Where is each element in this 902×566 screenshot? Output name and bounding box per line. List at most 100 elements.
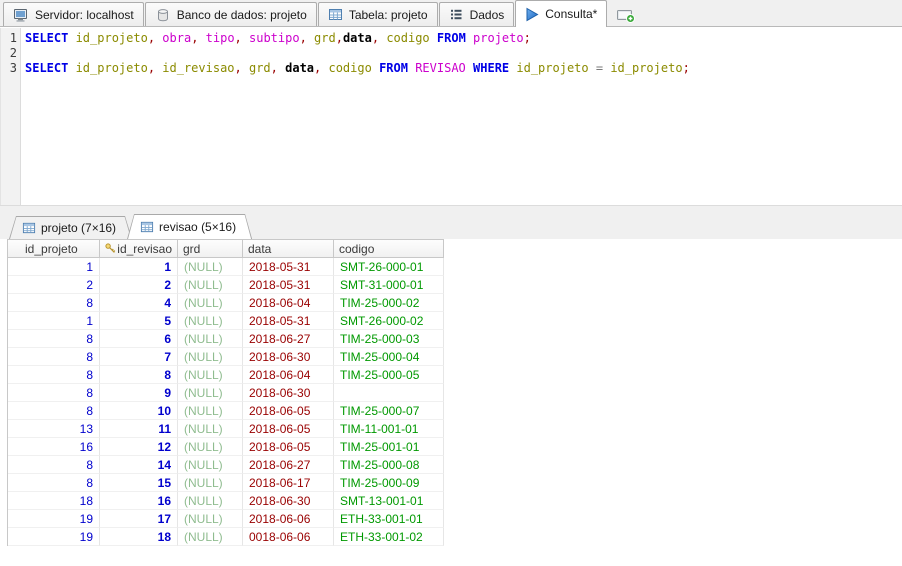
grid-cell[interactable]: (NULL) — [178, 528, 243, 546]
grid-cell[interactable]: TIM-25-000-02 — [334, 294, 444, 312]
grid-cell[interactable]: 2018-06-30 — [243, 384, 334, 402]
grid-cell[interactable]: 2018-05-31 — [243, 312, 334, 330]
code-line[interactable]: SELECT id_projeto, obra, tipo, subtipo, … — [25, 31, 902, 46]
column-header-grd[interactable]: grd — [178, 240, 243, 258]
grid-cell[interactable]: ETH-33-001-01 — [334, 510, 444, 528]
grid-cell[interactable]: (NULL) — [178, 366, 243, 384]
grid-cell[interactable]: 19 — [8, 510, 100, 528]
grid-cell[interactable]: 2018-05-31 — [243, 258, 334, 276]
grid-cell[interactable]: (NULL) — [178, 348, 243, 366]
grid-cell[interactable]: 14 — [100, 456, 178, 474]
table-row: 87(NULL)2018-06-30TIM-25-000-04 — [8, 348, 444, 366]
grid-cell[interactable]: 2018-06-05 — [243, 438, 334, 456]
grid-cell[interactable]: 2018-06-30 — [243, 492, 334, 510]
grid-cell[interactable]: SMT-26-000-01 — [334, 258, 444, 276]
grid-cell[interactable]: 5 — [100, 312, 178, 330]
result-tab-revisao[interactable]: revisao (5×16) — [127, 214, 252, 239]
grid-cell[interactable]: 1 — [8, 258, 100, 276]
grid-cell[interactable]: (NULL) — [178, 402, 243, 420]
grid-cell[interactable]: (NULL) — [178, 384, 243, 402]
grid-cell[interactable]: 17 — [100, 510, 178, 528]
grid-cell[interactable]: 0018-06-06 — [243, 528, 334, 546]
grid-cell[interactable]: 2018-06-30 — [243, 348, 334, 366]
grid-cell[interactable] — [334, 384, 444, 402]
new-query-tab-button[interactable] — [610, 3, 642, 26]
grid-cell[interactable]: 2018-06-04 — [243, 294, 334, 312]
grid-cell[interactable]: TIM-25-000-08 — [334, 456, 444, 474]
grid-cell[interactable]: (NULL) — [178, 456, 243, 474]
grid-cell[interactable]: 2018-06-27 — [243, 456, 334, 474]
grid-cell[interactable]: TIM-25-000-04 — [334, 348, 444, 366]
column-header-data[interactable]: data — [243, 240, 334, 258]
grid-cell[interactable]: TIM-25-000-07 — [334, 402, 444, 420]
code-line[interactable] — [25, 46, 902, 61]
grid-cell[interactable]: 2018-06-27 — [243, 330, 334, 348]
grid-cell[interactable]: (NULL) — [178, 510, 243, 528]
grid-cell[interactable]: (NULL) — [178, 294, 243, 312]
grid-cell[interactable]: TIM-25-001-01 — [334, 438, 444, 456]
grid-cell[interactable]: SMT-26-000-02 — [334, 312, 444, 330]
grid-cell[interactable]: TIM-11-001-01 — [334, 420, 444, 438]
grid-cell[interactable]: 19 — [8, 528, 100, 546]
grid-cell[interactable]: 2018-06-04 — [243, 366, 334, 384]
grid-cell[interactable]: (NULL) — [178, 276, 243, 294]
grid-cell[interactable]: TIM-25-000-09 — [334, 474, 444, 492]
grid-cell[interactable]: 6 — [100, 330, 178, 348]
tab-server[interactable]: Servidor: localhost — [3, 2, 144, 26]
grid-cell[interactable]: 15 — [100, 474, 178, 492]
grid-cell[interactable]: 1 — [100, 258, 178, 276]
grid-cell[interactable]: 18 — [100, 528, 178, 546]
grid-cell[interactable]: 12 — [100, 438, 178, 456]
column-header-id_revisao[interactable]: id_revisao — [100, 240, 178, 258]
grid-cell[interactable]: 13 — [8, 420, 100, 438]
grid-cell[interactable]: (NULL) — [178, 420, 243, 438]
grid-cell[interactable]: 2018-06-05 — [243, 402, 334, 420]
grid-cell[interactable]: TIM-25-000-05 — [334, 366, 444, 384]
grid-cell[interactable]: 2 — [100, 276, 178, 294]
tab-query[interactable]: Consulta* — [515, 0, 607, 27]
grid-cell[interactable]: 8 — [100, 366, 178, 384]
grid-cell[interactable]: (NULL) — [178, 312, 243, 330]
grid-cell[interactable]: 8 — [8, 294, 100, 312]
grid-cell[interactable]: (NULL) — [178, 474, 243, 492]
grid-cell[interactable]: 16 — [100, 492, 178, 510]
column-header-id_projeto[interactable]: id_projeto — [8, 240, 100, 258]
tab-table-label: Tabela: projeto — [349, 8, 428, 22]
result-tab-projeto[interactable]: projeto (7×16) — [9, 216, 132, 239]
grid-cell[interactable]: 2018-06-17 — [243, 474, 334, 492]
grid-cell[interactable]: 8 — [8, 384, 100, 402]
grid-cell[interactable]: 7 — [100, 348, 178, 366]
grid-cell[interactable]: 8 — [8, 474, 100, 492]
grid-cell[interactable]: SMT-31-000-01 — [334, 276, 444, 294]
grid-cell[interactable]: 18 — [8, 492, 100, 510]
code-line[interactable]: SELECT id_projeto, id_revisao, grd, data… — [25, 61, 902, 76]
tab-database[interactable]: Banco de dados: projeto — [145, 2, 317, 26]
grid-cell[interactable]: 2018-05-31 — [243, 276, 334, 294]
tab-data[interactable]: Dados — [439, 2, 515, 26]
grid-cell[interactable]: (NULL) — [178, 330, 243, 348]
grid-cell[interactable]: 8 — [8, 366, 100, 384]
grid-cell[interactable]: 2018-06-06 — [243, 510, 334, 528]
grid-cell[interactable]: TIM-25-000-03 — [334, 330, 444, 348]
grid-cell[interactable]: (NULL) — [178, 438, 243, 456]
grid-cell[interactable]: 16 — [8, 438, 100, 456]
grid-cell[interactable]: 9 — [100, 384, 178, 402]
grid-cell[interactable]: 11 — [100, 420, 178, 438]
sql-editor[interactable]: 123 SELECT id_projeto, obra, tipo, subti… — [0, 28, 902, 205]
column-header-codigo[interactable]: codigo — [334, 240, 444, 258]
grid-cell[interactable]: 8 — [8, 402, 100, 420]
grid-cell[interactable]: 8 — [8, 348, 100, 366]
grid-cell[interactable]: 8 — [8, 330, 100, 348]
grid-cell[interactable]: (NULL) — [178, 258, 243, 276]
grid-cell[interactable]: SMT-13-001-01 — [334, 492, 444, 510]
editor-code[interactable]: SELECT id_projeto, obra, tipo, subtipo, … — [21, 28, 902, 205]
grid-cell[interactable]: 1 — [8, 312, 100, 330]
grid-cell[interactable]: 2018-06-05 — [243, 420, 334, 438]
grid-cell[interactable]: 2 — [8, 276, 100, 294]
grid-cell[interactable]: 10 — [100, 402, 178, 420]
grid-cell[interactable]: ETH-33-001-02 — [334, 528, 444, 546]
grid-cell[interactable]: 8 — [8, 456, 100, 474]
grid-cell[interactable]: 4 — [100, 294, 178, 312]
grid-cell[interactable]: (NULL) — [178, 492, 243, 510]
tab-table[interactable]: Tabela: projeto — [318, 2, 438, 26]
